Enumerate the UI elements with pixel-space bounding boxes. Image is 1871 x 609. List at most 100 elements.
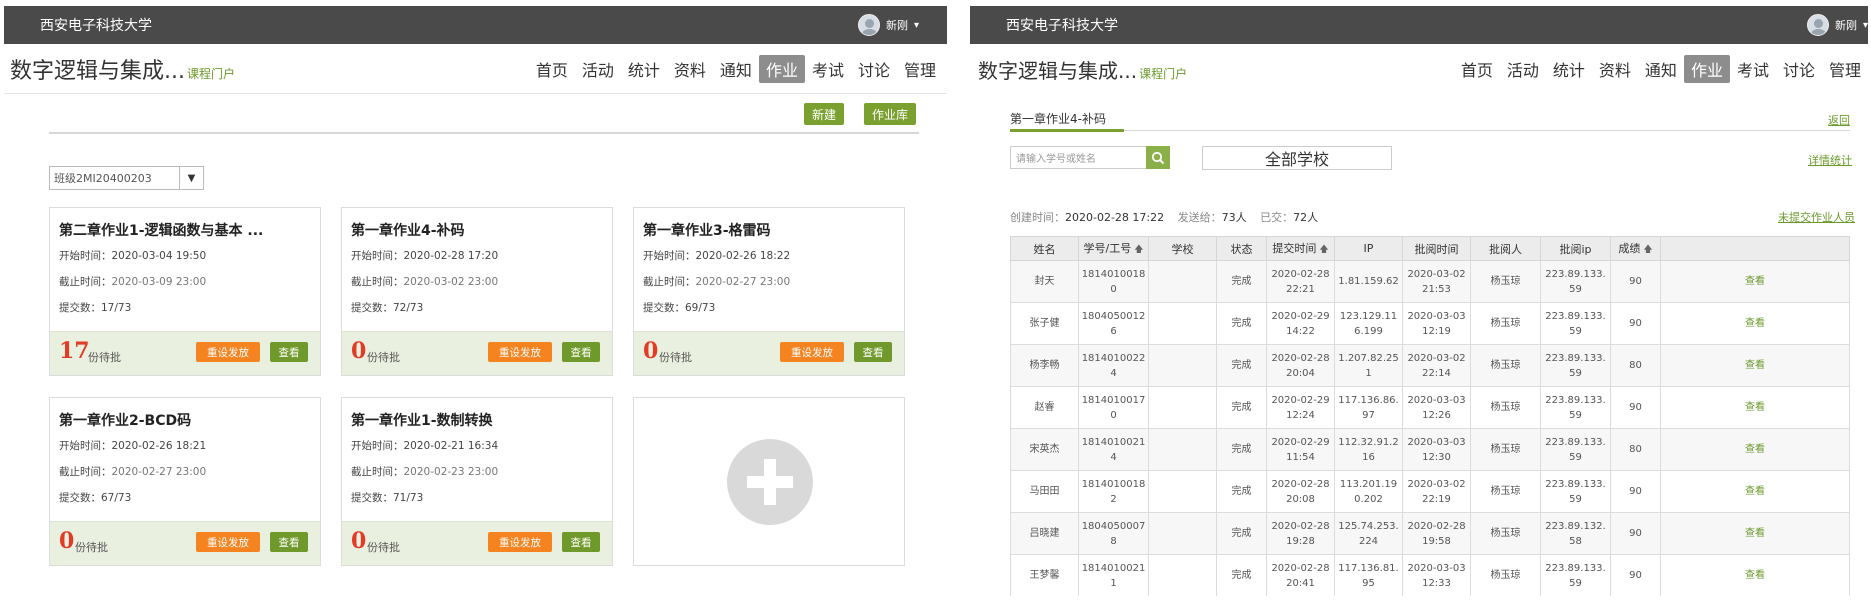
card-footer: 0 份待批 重设发放 查看 bbox=[634, 331, 904, 375]
sort-arrow-icon[interactable]: 🡅 bbox=[1643, 245, 1652, 255]
search-button[interactable] bbox=[1146, 146, 1170, 169]
end-time-row: 截止时间：2020-02-27 23:00 bbox=[643, 276, 791, 288]
user-menu[interactable]: 新刚 ▾ bbox=[857, 14, 919, 36]
nav-homework[interactable]: 作业 bbox=[758, 54, 805, 83]
nav-exam[interactable]: 考试 bbox=[1730, 55, 1776, 83]
view-link[interactable]: 查看 bbox=[1660, 386, 1850, 429]
cell-name: 赵睿 bbox=[1010, 386, 1079, 429]
nav-home[interactable]: 首页 bbox=[1454, 55, 1500, 83]
col-submit-time[interactable]: 提交时间 🡅 bbox=[1266, 236, 1335, 261]
table-row: 赵睿 18140100170 完成 2020-02-29 12:24 117.136.8… bbox=[1010, 386, 1850, 429]
nav-notice[interactable]: 通知 bbox=[1638, 55, 1684, 83]
homework-card[interactable]: 第一章作业1-数制转换 开始时间：2020-02-21 16:34 截止时间：2… bbox=[341, 397, 613, 566]
homework-card[interactable]: 第一章作业2-BCD码 开始时间：2020-02-26 18:21 截止时间：2… bbox=[49, 397, 321, 566]
homework-title[interactable]: 第一章作业1-数制转换 bbox=[351, 410, 493, 430]
cell-submit-time: 2020-02-28 20:41 bbox=[1266, 554, 1335, 596]
table-header: 姓名 学号/工号 🡅 学校 状态 提交时间 🡅 IP 批阅时间 批阅人 批阅ip 成… bbox=[1010, 236, 1850, 261]
view-button[interactable]: 查看 bbox=[270, 342, 308, 362]
reset-distribute-button[interactable]: 重设发放 bbox=[196, 532, 260, 552]
nav-home[interactable]: 首页 bbox=[529, 55, 575, 83]
pending-label: 份待批 bbox=[75, 541, 108, 554]
reset-distribute-button[interactable]: 重设发放 bbox=[488, 342, 552, 362]
cell-review-time: 2020-02-28 19:58 bbox=[1402, 512, 1471, 555]
reset-distribute-button[interactable]: 重设发放 bbox=[196, 342, 260, 362]
cell-score: 80 bbox=[1610, 428, 1661, 471]
course-title-group: 数字逻辑与集成... 课程门户 bbox=[10, 53, 235, 85]
add-homework-card[interactable] bbox=[633, 397, 905, 566]
start-time-row: 开始时间：2020-02-26 18:21 bbox=[59, 440, 207, 452]
plus-icon[interactable] bbox=[727, 439, 813, 525]
end-time-row: 截止时间：2020-03-09 23:00 bbox=[59, 276, 207, 288]
view-link[interactable]: 查看 bbox=[1660, 344, 1850, 387]
nav-exam[interactable]: 考试 bbox=[805, 55, 851, 83]
nav-stats[interactable]: 统计 bbox=[621, 55, 667, 83]
homework-title[interactable]: 第一章作业3-格雷码 bbox=[643, 220, 771, 240]
cell-score: 80 bbox=[1610, 344, 1661, 387]
table-row: 吕晓建 18040500078 完成 2020-02-28 19:28 125.74.2… bbox=[1010, 512, 1850, 555]
cell-review-time: 2020-03-03 12:19 bbox=[1402, 302, 1471, 345]
nav-stats[interactable]: 统计 bbox=[1546, 55, 1592, 83]
homework-title[interactable]: 第一章作业4-补码 bbox=[351, 220, 465, 240]
detail-stats-link[interactable]: 详情统计 bbox=[1808, 152, 1852, 168]
view-link[interactable]: 查看 bbox=[1660, 470, 1850, 513]
back-link[interactable]: 返回 bbox=[1828, 112, 1850, 128]
homework-title[interactable]: 第一章作业2-BCD码 bbox=[59, 410, 191, 430]
chevron-down-icon: ▾ bbox=[913, 19, 919, 31]
col-student-id[interactable]: 学号/工号 🡅 bbox=[1078, 236, 1149, 261]
col-status: 状态 bbox=[1216, 236, 1267, 261]
nav-activity[interactable]: 活动 bbox=[1500, 55, 1546, 83]
homework-card[interactable]: 第二章作业1-逻辑函数与基本 ... 开始时间：2020-03-04 19:50… bbox=[49, 207, 321, 376]
view-link[interactable]: 查看 bbox=[1660, 512, 1850, 555]
school-filter-select[interactable]: 全部学校 bbox=[1202, 146, 1392, 170]
nav-homework[interactable]: 作业 bbox=[1683, 55, 1730, 83]
homework-title[interactable]: 第二章作业1-逻辑函数与基本 ... bbox=[59, 220, 263, 240]
nav-discussion[interactable]: 讨论 bbox=[1776, 55, 1822, 83]
pending-label: 份待批 bbox=[367, 541, 400, 554]
tab-homework-title[interactable]: 第一章作业4-补码 bbox=[1010, 110, 1106, 127]
class-select[interactable]: 班级2MI20400203 ▼ bbox=[49, 166, 204, 190]
cell-student-id: 18140100182 bbox=[1078, 470, 1149, 513]
reset-distribute-button[interactable]: 重设发放 bbox=[488, 532, 552, 552]
sort-arrow-icon[interactable]: 🡅 bbox=[1319, 245, 1328, 255]
view-button[interactable]: 查看 bbox=[562, 342, 600, 362]
reset-distribute-button[interactable]: 重设发放 bbox=[780, 342, 844, 362]
course-portal-link[interactable]: 课程门户 bbox=[187, 65, 235, 82]
col-score[interactable]: 成绩 🡅 bbox=[1610, 236, 1661, 261]
new-homework-button[interactable]: 新建 bbox=[804, 103, 844, 125]
cell-ip: 113.201.190.202 bbox=[1334, 470, 1403, 513]
unsubmitted-students-link[interactable]: 未提交作业人员 bbox=[1778, 209, 1855, 225]
user-menu[interactable]: 新刚 ▾ bbox=[1806, 14, 1868, 36]
chevron-down-icon[interactable]: ▼ bbox=[179, 167, 203, 189]
view-button[interactable]: 查看 bbox=[562, 532, 600, 552]
nav-notice[interactable]: 通知 bbox=[713, 55, 759, 83]
cell-school bbox=[1148, 302, 1217, 345]
nav-discussion[interactable]: 讨论 bbox=[851, 55, 897, 83]
view-button[interactable]: 查看 bbox=[854, 342, 892, 362]
cell-status: 完成 bbox=[1216, 512, 1267, 555]
class-select-value: 班级2MI20400203 bbox=[54, 172, 152, 185]
submission-table: 姓名 学号/工号 🡅 学校 状态 提交时间 🡅 IP 批阅时间 批阅人 批阅ip 成… bbox=[1010, 236, 1850, 596]
view-link[interactable]: 查看 bbox=[1660, 428, 1850, 471]
nav-activity[interactable]: 活动 bbox=[575, 55, 621, 83]
cell-name: 王梦馨 bbox=[1010, 554, 1079, 596]
view-link[interactable]: 查看 bbox=[1660, 554, 1850, 596]
search-input[interactable]: 请输入学号或姓名 bbox=[1010, 146, 1166, 169]
pending-label: 份待批 bbox=[88, 351, 121, 364]
view-link[interactable]: 查看 bbox=[1660, 260, 1850, 303]
homework-card[interactable]: 第一章作业4-补码 开始时间：2020-02-28 17:20 截止时间：202… bbox=[341, 207, 613, 376]
cell-score: 90 bbox=[1610, 554, 1661, 596]
table-row: 张子健 18040500126 完成 2020-02-29 14:22 123.129.… bbox=[1010, 302, 1850, 345]
view-button[interactable]: 查看 bbox=[270, 532, 308, 552]
homework-library-button[interactable]: 作业库 bbox=[864, 103, 916, 125]
nav-materials[interactable]: 资料 bbox=[1592, 55, 1638, 83]
created-time: 2020-02-28 17:22 bbox=[1065, 211, 1165, 224]
nav-manage[interactable]: 管理 bbox=[1822, 55, 1868, 83]
pending-label: 份待批 bbox=[659, 351, 692, 364]
nav-materials[interactable]: 资料 bbox=[667, 55, 713, 83]
homework-card[interactable]: 第一章作业3-格雷码 开始时间：2020-02-26 18:22 截止时间：20… bbox=[633, 207, 905, 376]
nav-manage[interactable]: 管理 bbox=[897, 55, 943, 83]
sort-arrow-icon[interactable]: 🡅 bbox=[1134, 245, 1143, 255]
cell-review-time: 2020-03-02 22:14 bbox=[1402, 344, 1471, 387]
view-link[interactable]: 查看 bbox=[1660, 302, 1850, 345]
course-portal-link[interactable]: 课程门户 bbox=[1139, 65, 1187, 82]
